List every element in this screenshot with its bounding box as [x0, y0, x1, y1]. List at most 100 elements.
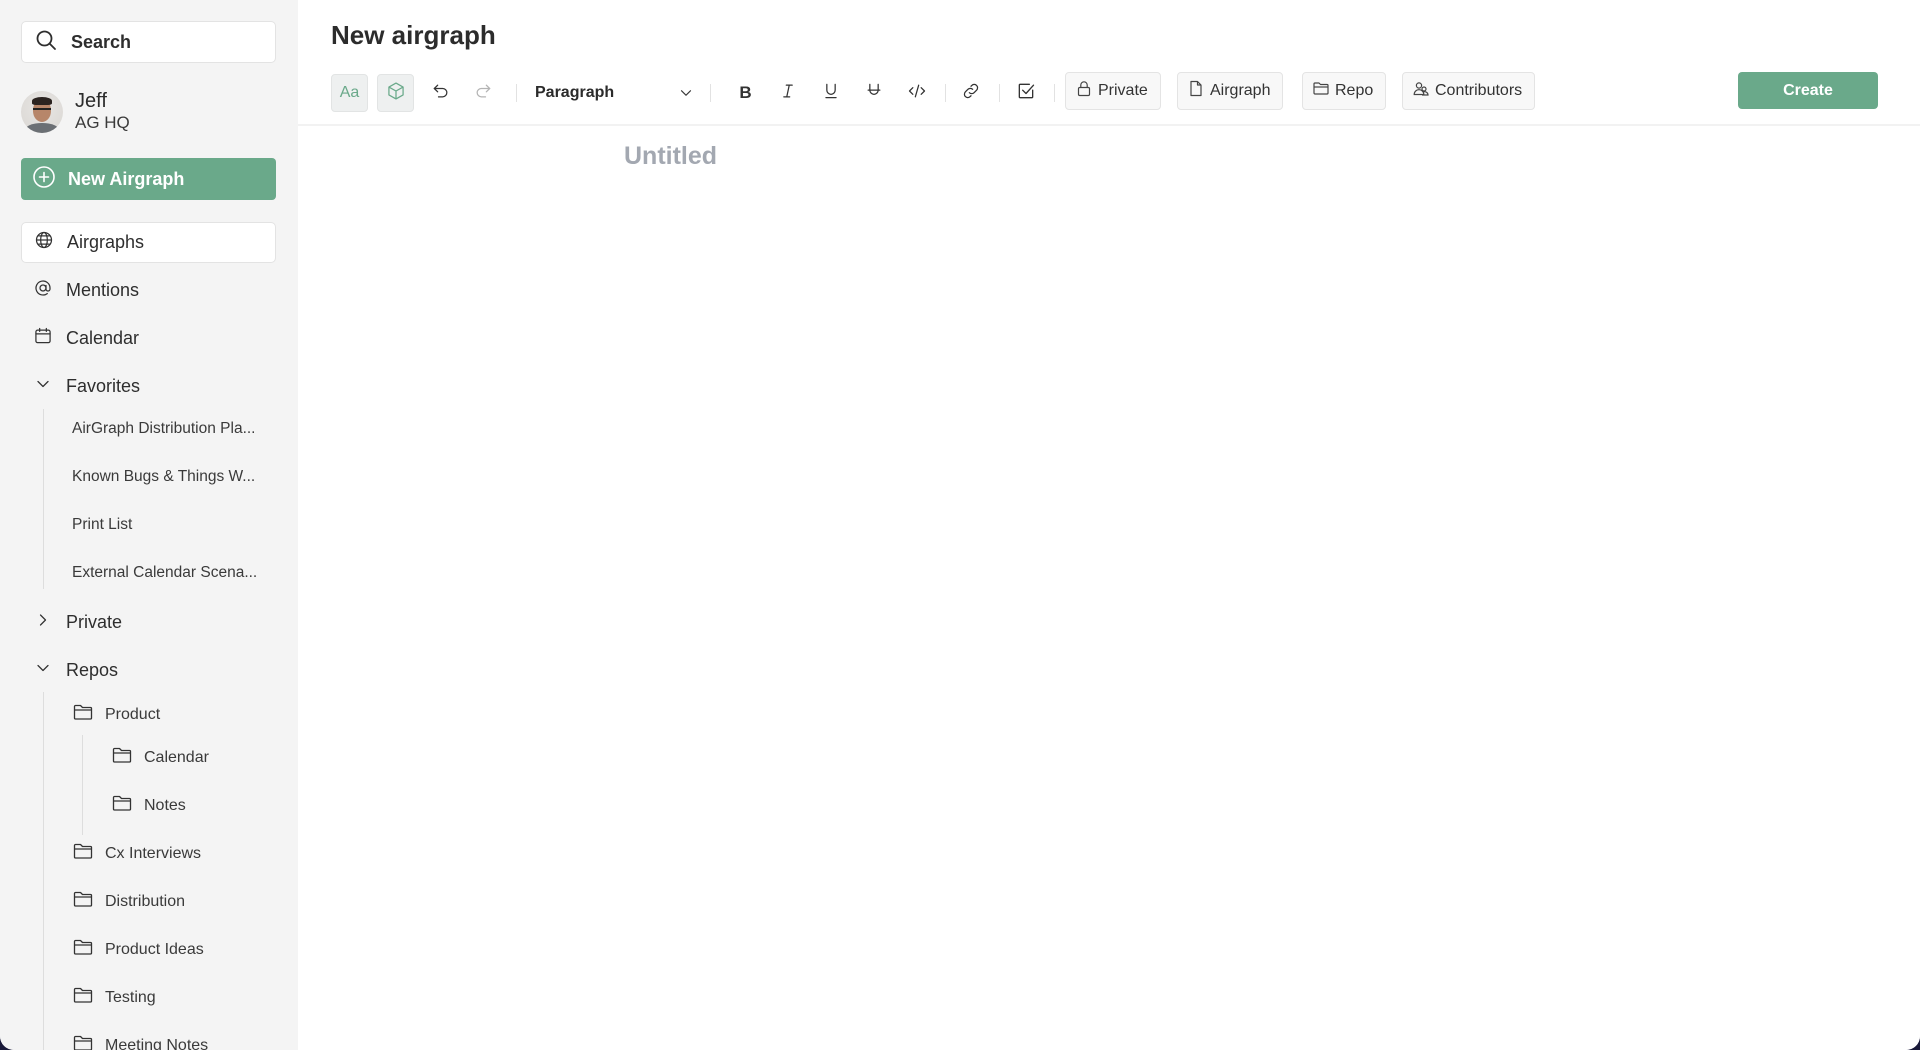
favorite-item[interactable]: Print List — [72, 516, 132, 534]
sidebar-item-calendar[interactable]: Calendar — [21, 318, 276, 359]
bold-icon: B — [739, 83, 752, 102]
strikethrough-icon — [864, 81, 884, 106]
repo-folder-calendar[interactable]: Calendar — [112, 746, 209, 769]
section-label: Private — [66, 612, 123, 632]
folder-icon — [1313, 80, 1329, 102]
contributors-label: Contributors — [1435, 82, 1523, 99]
user-name: Jeff — [75, 90, 107, 112]
at-icon — [33, 278, 53, 303]
folder-icon — [73, 890, 93, 913]
tree-guide-line — [43, 692, 44, 1050]
section-label: Favorites — [66, 376, 141, 396]
block-style-select[interactable]: Paragraph — [535, 74, 695, 112]
strikethrough-button[interactable] — [855, 74, 892, 112]
section-label: Repos — [66, 660, 119, 680]
contributors-button[interactable]: Contributors — [1402, 72, 1536, 110]
repo-folder-distribution[interactable]: Distribution — [73, 890, 185, 913]
sidebar-item-label: Airgraphs — [67, 232, 145, 252]
tree-guide-line — [82, 735, 83, 835]
toolbar-divider — [710, 84, 711, 102]
checkbox-icon — [1016, 81, 1036, 106]
repo-folder-meeting-notes[interactable]: Meeting Notes — [73, 1034, 208, 1050]
app-window: Search Jeff AG HQ New Airgraph Airgraphs — [0, 0, 1920, 1050]
redo-button[interactable] — [464, 74, 501, 112]
link-icon — [961, 81, 981, 106]
visibility-label: Private — [1098, 82, 1148, 99]
redo-icon — [473, 81, 493, 106]
type-button[interactable]: Airgraph — [1177, 72, 1284, 110]
plus-circle-icon — [32, 165, 56, 194]
sidebar-item-mentions[interactable]: Mentions — [21, 270, 276, 311]
avatar — [21, 91, 63, 133]
favorite-item[interactable]: External Calendar Scena... — [72, 564, 257, 582]
sidebar-item-label: Mentions — [66, 280, 140, 300]
users-icon — [1413, 80, 1429, 102]
folder-icon — [73, 986, 93, 1009]
folder-icon — [73, 938, 93, 961]
toolbar-divider — [1054, 84, 1055, 102]
folder-label: Product Ideas — [105, 940, 204, 958]
create-button[interactable]: Create — [1738, 72, 1878, 109]
underline-icon — [821, 81, 841, 106]
repo-button[interactable]: Repo — [1302, 72, 1387, 110]
repo-label: Repo — [1335, 82, 1374, 99]
tree-guide-line — [43, 409, 44, 589]
folder-icon — [73, 1034, 93, 1050]
sidebar-section-favorites[interactable]: Favorites — [21, 366, 276, 407]
undo-icon — [431, 81, 451, 106]
favorite-item[interactable]: Known Bugs & Things W... — [72, 468, 255, 486]
chevron-right-icon — [33, 610, 53, 635]
sidebar-item-airgraphs[interactable]: Airgraphs — [21, 222, 276, 263]
sidebar-section-repos[interactable]: Repos — [21, 650, 276, 691]
folder-label: Product — [105, 705, 161, 723]
font-style-button[interactable]: Aa — [331, 74, 368, 112]
folder-label: Testing — [105, 988, 156, 1006]
visibility-button[interactable]: Private — [1065, 72, 1161, 110]
calendar-icon — [33, 326, 53, 351]
toolbar-divider — [516, 84, 517, 102]
checklist-button[interactable] — [1007, 74, 1044, 112]
lock-icon — [1076, 80, 1092, 102]
toolbar-divider — [999, 84, 1000, 102]
cube-icon — [386, 81, 406, 106]
main-content: New airgraph Aa Paragraph B Private Airg… — [298, 0, 1920, 1050]
block-insert-button[interactable] — [377, 74, 414, 112]
editor-toolbar: Aa Paragraph B Private Airgraph Repo Con… — [331, 72, 1911, 112]
search-button[interactable]: Search — [21, 21, 276, 63]
chevron-down-icon — [33, 658, 53, 683]
link-button[interactable] — [952, 74, 989, 112]
type-label: Airgraph — [1210, 82, 1271, 99]
folder-icon — [112, 746, 132, 769]
block-style-value: Paragraph — [535, 84, 615, 101]
document-title-input[interactable]: Untitled — [624, 142, 717, 171]
user-profile[interactable]: Jeff AG HQ — [21, 90, 130, 134]
underline-button[interactable] — [812, 74, 849, 112]
undo-button[interactable] — [422, 74, 459, 112]
code-button[interactable] — [898, 74, 935, 112]
sidebar-item-label: Calendar — [66, 328, 140, 348]
toolbar-divider — [945, 84, 946, 102]
folder-icon — [73, 842, 93, 865]
sidebar: Search Jeff AG HQ New Airgraph Airgraphs — [0, 0, 298, 1050]
favorite-item[interactable]: AirGraph Distribution Pla... — [72, 420, 256, 438]
header-divider — [298, 124, 1920, 126]
folder-label: Distribution — [105, 892, 186, 910]
new-airgraph-label: New Airgraph — [68, 168, 185, 189]
repo-folder-product[interactable]: Product — [73, 703, 160, 726]
user-org: AG HQ — [75, 113, 130, 132]
folder-icon — [73, 703, 93, 726]
repo-folder-product-ideas[interactable]: Product Ideas — [73, 938, 204, 961]
repo-folder-notes[interactable]: Notes — [112, 794, 186, 817]
globe-icon — [34, 230, 54, 255]
document-icon — [1188, 80, 1204, 102]
chevron-down-icon — [33, 374, 53, 399]
repo-folder-cx-interviews[interactable]: Cx Interviews — [73, 842, 201, 865]
sidebar-section-private[interactable]: Private — [21, 602, 276, 643]
italic-button[interactable] — [769, 74, 806, 112]
search-label: Search — [71, 31, 132, 52]
new-airgraph-button[interactable]: New Airgraph — [21, 158, 276, 200]
bold-button[interactable]: B — [727, 74, 764, 112]
code-icon — [907, 81, 927, 106]
folder-label: Calendar — [144, 748, 209, 766]
repo-folder-testing[interactable]: Testing — [73, 986, 156, 1009]
